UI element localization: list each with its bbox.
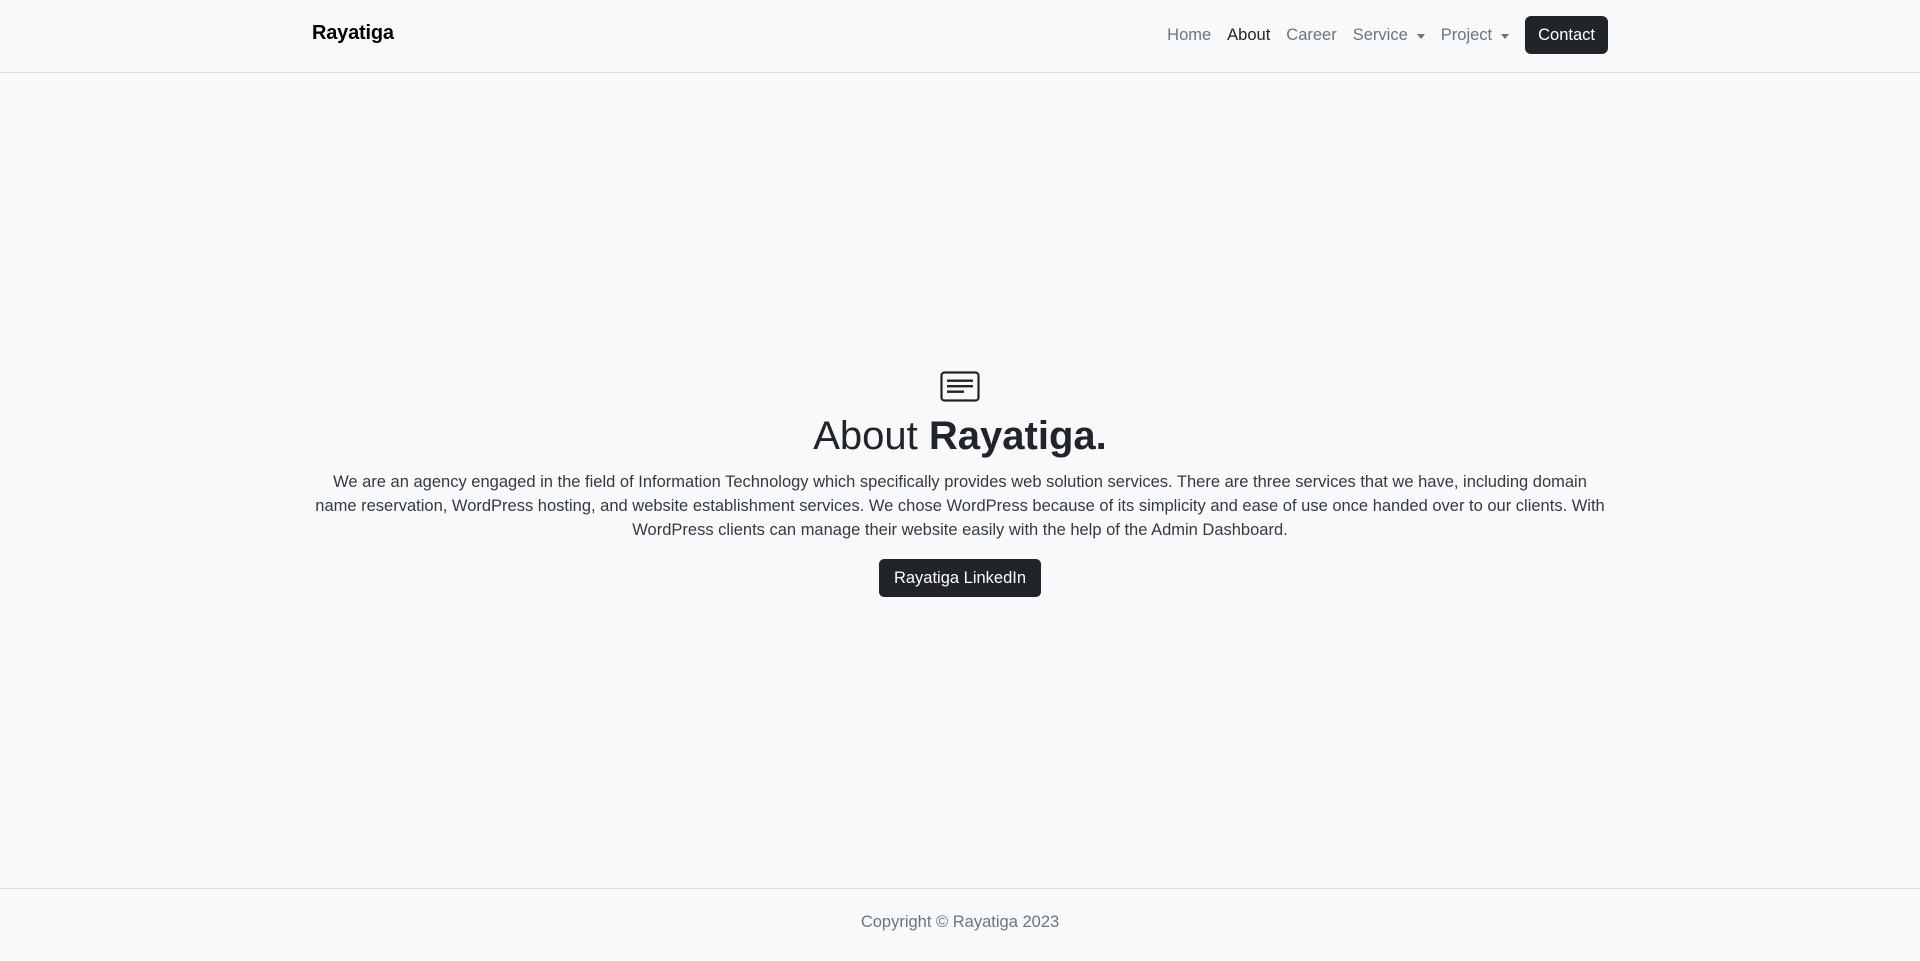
nav-dropdown-service[interactable]: Service: [1345, 26, 1433, 45]
copyright-text: Copyright © Rayatiga 2023: [860, 913, 1060, 931]
page-title-bold: Rayatiga.: [928, 414, 1107, 458]
nav-link-about[interactable]: About: [1219, 26, 1278, 45]
about-description: We are an agency engaged in the field of…: [315, 473, 1605, 539]
footer: Copyright © Rayatiga 2023: [0, 888, 1920, 961]
page-title-light: About: [813, 414, 929, 458]
nav-dropdown-service-label: Service: [1352, 25, 1408, 44]
linkedin-button[interactable]: Rayatiga LinkedIn: [879, 559, 1041, 597]
caret-down-icon: [1416, 33, 1425, 39]
about-section: About Rayatiga. We are an agency engaged…: [0, 74, 1920, 888]
contact-button[interactable]: Contact: [1525, 16, 1608, 54]
page-title: About Rayatiga.: [0, 414, 1920, 458]
nav-dropdown-project-label: Project: [1440, 25, 1493, 44]
nav-menu: Home About Career Service Project Contac…: [1159, 16, 1608, 54]
brand-logo[interactable]: Rayatiga: [312, 22, 394, 45]
card-text-icon: [940, 371, 980, 402]
navbar: Rayatiga Home About Career Service Proje…: [0, 0, 1920, 73]
nav-link-home[interactable]: Home: [1159, 26, 1219, 45]
nav-link-career[interactable]: Career: [1278, 26, 1344, 45]
caret-down-icon: [1501, 33, 1510, 39]
nav-dropdown-project[interactable]: Project: [1433, 26, 1517, 45]
